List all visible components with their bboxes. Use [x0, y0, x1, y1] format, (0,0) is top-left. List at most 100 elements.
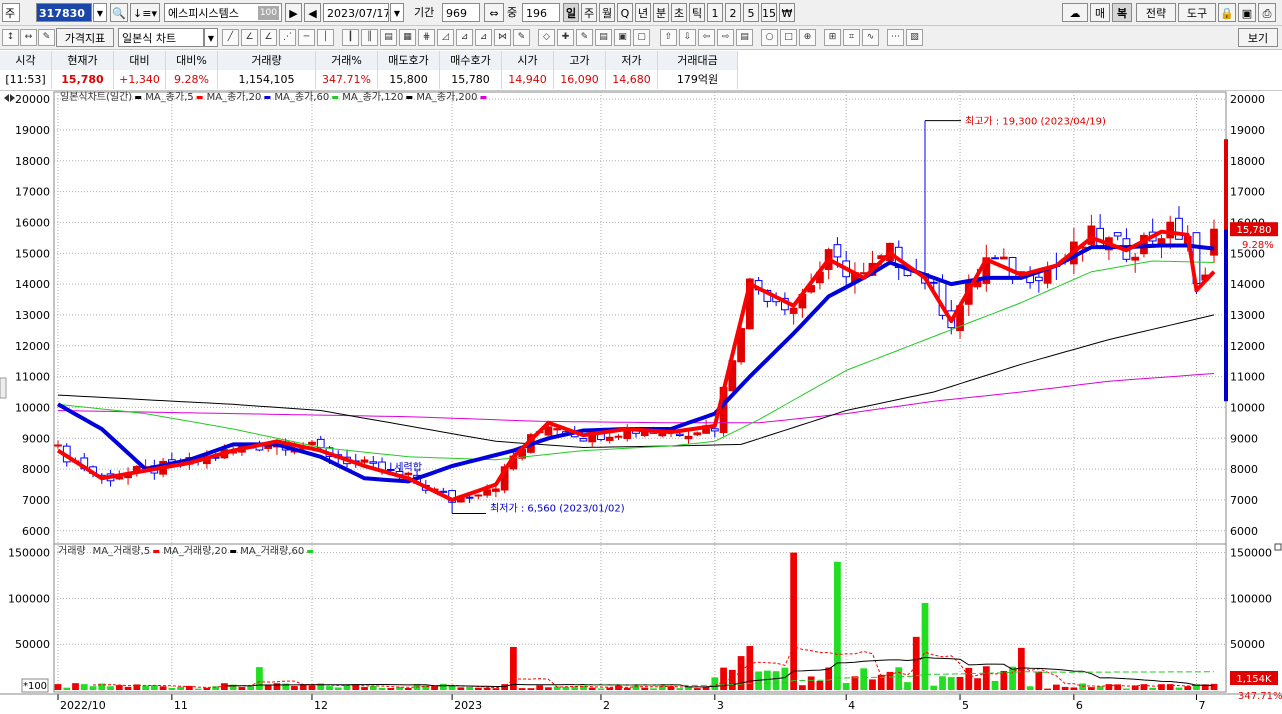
left-tool-icon[interactable]: ⇦	[698, 29, 715, 46]
chevron-down-icon[interactable]: ▼	[93, 3, 107, 22]
interval-button-4[interactable]: 년	[635, 3, 651, 22]
right-tool-icon[interactable]: ⇨	[717, 29, 734, 46]
rectangle-tool-icon[interactable]: □	[780, 29, 797, 46]
x-tick-label: 6	[1076, 699, 1083, 712]
candle-body	[605, 436, 614, 441]
next-arrow-icon[interactable]: ▶	[285, 3, 302, 22]
interval-button-10[interactable]: 5	[743, 3, 759, 22]
price-index-button[interactable]: 가격지표	[56, 28, 114, 47]
scan-tool-icon[interactable]: ⋯	[887, 29, 904, 46]
search-icon[interactable]: 🔍	[110, 3, 128, 22]
date-dropdown-icon[interactable]: ▼	[390, 3, 404, 22]
volume-legend-text: 거래량	[58, 545, 86, 557]
highlight-tool-icon[interactable]: ✎	[576, 29, 593, 46]
price-volume-chart[interactable]: 6000 7000 8000 9000 10000 11000 12000 13000 1400…	[0, 90, 1282, 714]
interval-button-2[interactable]: 월	[599, 3, 615, 22]
volume-bar	[860, 668, 868, 690]
view-button[interactable]: 보기	[1238, 28, 1278, 47]
volume-bar	[527, 688, 535, 690]
quote-header-3: 대비%	[166, 51, 218, 70]
save-icon[interactable]: ▣	[1238, 3, 1256, 22]
vertical-line-tool-icon[interactable]: │	[317, 29, 334, 46]
quote-header-7: 매수호가	[440, 51, 502, 70]
grid-a-tool-icon[interactable]: ┃	[342, 29, 359, 46]
interval-button-0[interactable]: 일	[563, 3, 579, 22]
note-tool-icon[interactable]: ▤	[595, 29, 612, 46]
candle-body	[833, 244, 842, 258]
strategy-button[interactable]: 전략	[1136, 3, 1176, 22]
x-tick-label: 2022/10	[60, 699, 106, 712]
color-tool-icon[interactable]: ✚	[557, 29, 574, 46]
quote-value-3: 9.28%	[166, 70, 218, 89]
quote-value-1: 15,780	[52, 70, 114, 89]
price-tick-left: 6000	[22, 525, 50, 538]
fib-c-tool-icon[interactable]: ⊿	[475, 29, 492, 46]
zoom-tool-icon[interactable]: ⊕	[799, 29, 816, 46]
volume-tick-right: 50000	[1230, 638, 1265, 651]
wave-tool-icon[interactable]: ∿	[862, 29, 879, 46]
grid-b-tool-icon[interactable]: ║	[361, 29, 378, 46]
interval-button-3[interactable]: Q	[617, 3, 633, 22]
volume-bar	[361, 687, 368, 690]
box-tool-icon[interactable]: ▢	[633, 29, 650, 46]
fib-d-tool-icon[interactable]: ⋈	[494, 29, 511, 46]
grid-d-tool-icon[interactable]: ▦	[399, 29, 416, 46]
line-tool-icon[interactable]: ╱	[222, 29, 239, 46]
price-tick-left: 11000	[15, 371, 50, 384]
horizontal-line-tool-icon[interactable]: ─	[298, 29, 315, 46]
interval-button-5[interactable]: 분	[653, 3, 669, 22]
settings-tool-icon[interactable]: ▧	[906, 29, 923, 46]
interval-button-1[interactable]: 주	[581, 3, 597, 22]
x-tick-label: 5	[962, 699, 969, 712]
interval-button-12[interactable]: ₩	[779, 3, 795, 22]
grid-c-tool-icon[interactable]: ▤	[380, 29, 397, 46]
interval-button-9[interactable]: 2	[725, 3, 741, 22]
print-icon[interactable]: ⎙	[1258, 3, 1276, 22]
interval-button-8[interactable]: 1	[707, 3, 723, 22]
fib-b-tool-icon[interactable]: ⊿	[456, 29, 473, 46]
chart-type-select[interactable]: 일본식 차트	[118, 28, 204, 47]
circle-tool-icon[interactable]: ○	[761, 29, 778, 46]
tools-button[interactable]: 도구	[1178, 3, 1216, 22]
volume-bar	[1088, 687, 1095, 690]
date-input[interactable]: 2023/07/17	[323, 3, 389, 22]
stock-name-field[interactable]: 에스피시스템스 100	[164, 3, 282, 22]
trend-line-tool-icon[interactable]: ∠	[260, 29, 277, 46]
prev-arrow-icon[interactable]: ◀	[304, 3, 321, 22]
text-tool-icon[interactable]: ▣	[614, 29, 631, 46]
stock-code-input[interactable]: 317830	[36, 3, 92, 22]
note-b-tool-icon[interactable]: ▤	[736, 29, 753, 46]
lock-icon[interactable]: 🔒	[1218, 3, 1236, 22]
sort-icon[interactable]: ↓≡▾	[130, 3, 160, 22]
volume-bar	[124, 686, 132, 690]
chart-grid	[53, 91, 1282, 693]
interval-button-11[interactable]: 15	[761, 3, 777, 22]
measure-tool-icon[interactable]: ⌗	[843, 29, 860, 46]
main-toolbar: 주 317830 ▼ 🔍 ↓≡▾ 에스피시스템스 100 ▶ ◀ 2023/07/…	[0, 0, 1282, 26]
market-selector[interactable]: 주	[2, 3, 20, 22]
price-legend-text: MA_종가,5	[145, 91, 193, 103]
angle-line-tool-icon[interactable]: ∠	[241, 29, 258, 46]
buy-button[interactable]: 매	[1090, 3, 1110, 22]
volume-bar	[930, 685, 938, 690]
horizontal-arrows-icon[interactable]: ↔	[20, 29, 37, 46]
period-input[interactable]: 969	[442, 3, 480, 22]
down-tool-icon[interactable]: ⇩	[679, 29, 696, 46]
channel-tool-icon[interactable]: ⋕	[418, 29, 435, 46]
cloud-icon[interactable]: ☁	[1062, 3, 1088, 22]
edit-icon[interactable]: ✎	[38, 29, 55, 46]
pencil-tool-icon[interactable]: ✎	[513, 29, 530, 46]
price-legend-swatch	[135, 96, 142, 99]
up-tool-icon[interactable]: ⇧	[660, 29, 677, 46]
fan-tool-icon[interactable]: ⋰	[279, 29, 296, 46]
count-input[interactable]: 196	[522, 3, 560, 22]
interval-button-7[interactable]: 틱	[689, 3, 705, 22]
zoom-b-tool-icon[interactable]: ⊞	[824, 29, 841, 46]
chart-type-dropdown-icon[interactable]: ▼	[204, 28, 218, 47]
up-arrow-icon[interactable]: ↕	[2, 29, 19, 46]
interval-button-6[interactable]: 초	[671, 3, 687, 22]
multi-button[interactable]: 복	[1112, 3, 1132, 22]
eraser-tool-icon[interactable]: ◇	[538, 29, 555, 46]
expand-icon[interactable]: ⇔	[484, 3, 504, 22]
fib-a-tool-icon[interactable]: ◿	[437, 29, 454, 46]
